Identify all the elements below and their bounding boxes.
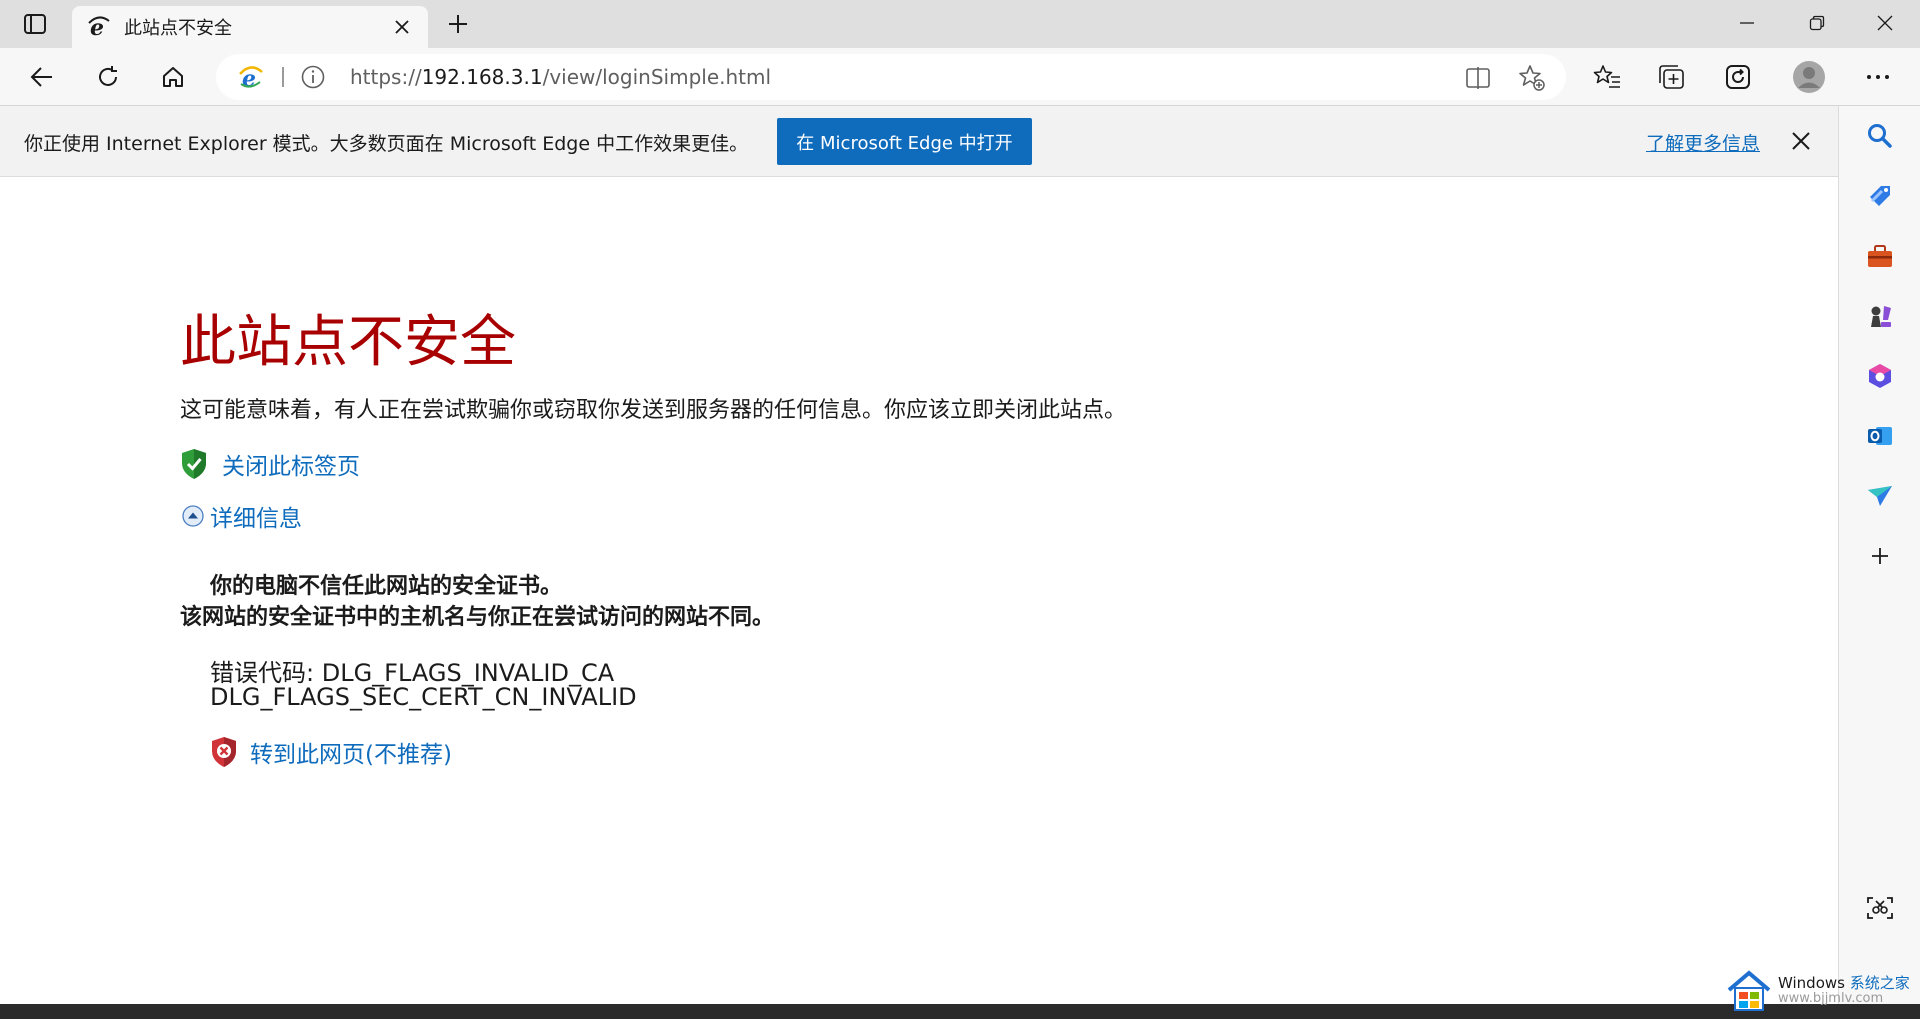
collections-button[interactable] bbox=[1652, 57, 1692, 97]
watermark-line1-cn: 系统之家 bbox=[1849, 974, 1910, 992]
screenshot-icon bbox=[1867, 897, 1893, 919]
profile-button[interactable] bbox=[1788, 56, 1830, 98]
tab-close-button[interactable] bbox=[390, 15, 414, 39]
close-icon bbox=[1877, 15, 1893, 31]
refresh-icon bbox=[99, 66, 117, 86]
site-info-icon[interactable] bbox=[300, 64, 326, 90]
close-tab-option[interactable]: 关闭此标签页 bbox=[180, 447, 360, 481]
sidebar-outlook-button[interactable] bbox=[1859, 415, 1901, 457]
search-icon bbox=[1868, 124, 1892, 148]
error-page: 此站点不安全 这可能意味着，有人正在尝试欺骗你或窃取你发送到服务器的任何信息。你… bbox=[0, 177, 1838, 1004]
watermark-line2: www.bjjmlv.com bbox=[1778, 991, 1884, 1006]
infobar-message: 你正使用 Internet Explorer 模式。大多数页面在 Microso… bbox=[24, 133, 749, 155]
url-text[interactable]: https://192.168.3.1/view/loginSimple.htm… bbox=[350, 65, 771, 89]
favorites-button[interactable] bbox=[1587, 57, 1627, 97]
collapse-arrow-icon bbox=[182, 505, 204, 527]
tab-actions-icon bbox=[24, 14, 46, 34]
infobar-close-button[interactable] bbox=[1786, 126, 1816, 156]
url-host: 192.168.3.1 bbox=[421, 65, 543, 89]
sidebar-games-button[interactable] bbox=[1859, 295, 1901, 337]
green-shield-check-icon bbox=[182, 449, 206, 479]
details-toggle[interactable]: 详细信息 bbox=[182, 499, 302, 533]
address-separator bbox=[282, 67, 284, 87]
outlook-icon bbox=[1868, 427, 1892, 445]
edge-refresh-icon bbox=[1726, 65, 1750, 89]
microsoft365-icon bbox=[1869, 364, 1891, 388]
goto-page-link[interactable]: 转到此网页(不推荐) bbox=[250, 735, 452, 769]
details-link[interactable]: 详细信息 bbox=[210, 499, 302, 533]
sidebar-add-button[interactable] bbox=[1859, 535, 1901, 577]
sidebar-screenshot-button[interactable] bbox=[1859, 887, 1901, 929]
watermark: Windows 系统之家 www.bjjmlv.com bbox=[1726, 966, 1920, 1016]
home-icon bbox=[163, 67, 183, 87]
sidebar-search-button[interactable] bbox=[1859, 115, 1901, 157]
favorites-icon bbox=[1593, 65, 1620, 88]
ie-mode-infobar: 你正使用 Internet Explorer 模式。大多数页面在 Microso… bbox=[0, 106, 1838, 177]
title-bar: e 此站点不安全 bbox=[0, 0, 1920, 48]
page-title: 此站点不安全 bbox=[180, 310, 516, 375]
edge-sidebar bbox=[1838, 106, 1920, 1004]
refresh-button[interactable] bbox=[88, 57, 128, 97]
chess-piece-icon bbox=[1871, 306, 1891, 327]
tab-actions-button[interactable] bbox=[14, 10, 56, 38]
avatar bbox=[1793, 61, 1825, 93]
watermark-line1: Windows 系统之家 bbox=[1778, 975, 1910, 991]
shopping-tag-icon bbox=[1870, 186, 1890, 206]
collections-icon bbox=[1659, 65, 1684, 89]
split-screen-icon bbox=[1466, 67, 1490, 89]
more-dots-icon bbox=[1867, 75, 1889, 79]
window-close-button[interactable] bbox=[1850, 0, 1920, 46]
navigation-toolbar: e https://192.168.3.1/view/loginSimple.h… bbox=[0, 48, 1920, 106]
minimize-icon bbox=[1740, 22, 1754, 24]
minimize-button[interactable] bbox=[1712, 0, 1782, 46]
taskbar bbox=[0, 1004, 1920, 1019]
open-in-edge-button[interactable]: 在 Microsoft Edge 中打开 bbox=[777, 118, 1032, 165]
paper-plane-icon bbox=[1868, 486, 1892, 506]
ie-mode-reload-button[interactable] bbox=[1718, 57, 1758, 97]
back-arrow-icon bbox=[30, 67, 52, 87]
red-shield-x-icon bbox=[212, 737, 236, 767]
sidebar-shopping-button[interactable] bbox=[1859, 175, 1901, 217]
goto-page-option[interactable]: 转到此网页(不推荐) bbox=[210, 735, 452, 769]
add-favorite-button[interactable] bbox=[1518, 64, 1546, 92]
sidebar-tools-button[interactable] bbox=[1859, 235, 1901, 277]
settings-more-button[interactable] bbox=[1858, 57, 1898, 97]
address-bar[interactable]: e https://192.168.3.1/view/loginSimple.h… bbox=[216, 54, 1566, 100]
detail-text-2: 该网站的安全证书中的主机名与你正在尝试访问的网站不同。 bbox=[180, 605, 775, 630]
new-tab-button[interactable] bbox=[440, 10, 476, 38]
house-logo-icon bbox=[1727, 970, 1771, 1011]
plus-icon bbox=[449, 15, 467, 33]
watermark-line1-en: Windows bbox=[1778, 974, 1850, 992]
error-code-2: DLG_FLAGS_SEC_CERT_CN_INVALID bbox=[210, 683, 637, 711]
sidebar-office-button[interactable] bbox=[1859, 355, 1901, 397]
close-tab-link[interactable]: 关闭此标签页 bbox=[222, 447, 360, 481]
ie-mode-icon[interactable]: e bbox=[238, 64, 264, 92]
split-screen-button[interactable] bbox=[1464, 64, 1492, 92]
learn-more-link[interactable]: 了解更多信息 bbox=[1646, 129, 1760, 156]
active-tab[interactable]: e 此站点不安全 bbox=[72, 6, 428, 48]
error-description: 这可能意味着，有人正在尝试欺骗你或窃取你发送到服务器的任何信息。你应该立即关闭此… bbox=[180, 398, 1127, 423]
plus-icon bbox=[1872, 548, 1888, 564]
detail-text-1: 你的电脑不信任此网站的安全证书。 bbox=[210, 574, 563, 599]
close-icon bbox=[395, 20, 409, 34]
close-icon bbox=[1792, 132, 1810, 150]
star-add-icon bbox=[1519, 65, 1545, 91]
back-button[interactable] bbox=[22, 57, 62, 97]
url-path: /view/loginSimple.html bbox=[542, 65, 772, 89]
restore-icon bbox=[1809, 15, 1825, 31]
watermark-text: Windows 系统之家 www.bjjmlv.com bbox=[1778, 975, 1910, 1007]
home-button[interactable] bbox=[153, 57, 193, 97]
url-prefix: https:// bbox=[350, 65, 422, 89]
restore-button[interactable] bbox=[1782, 0, 1852, 46]
ie-favicon-icon: e bbox=[86, 14, 112, 40]
sidebar-drop-button[interactable] bbox=[1859, 475, 1901, 517]
tab-title: 此站点不安全 bbox=[124, 18, 232, 39]
toolbox-icon bbox=[1868, 245, 1892, 267]
